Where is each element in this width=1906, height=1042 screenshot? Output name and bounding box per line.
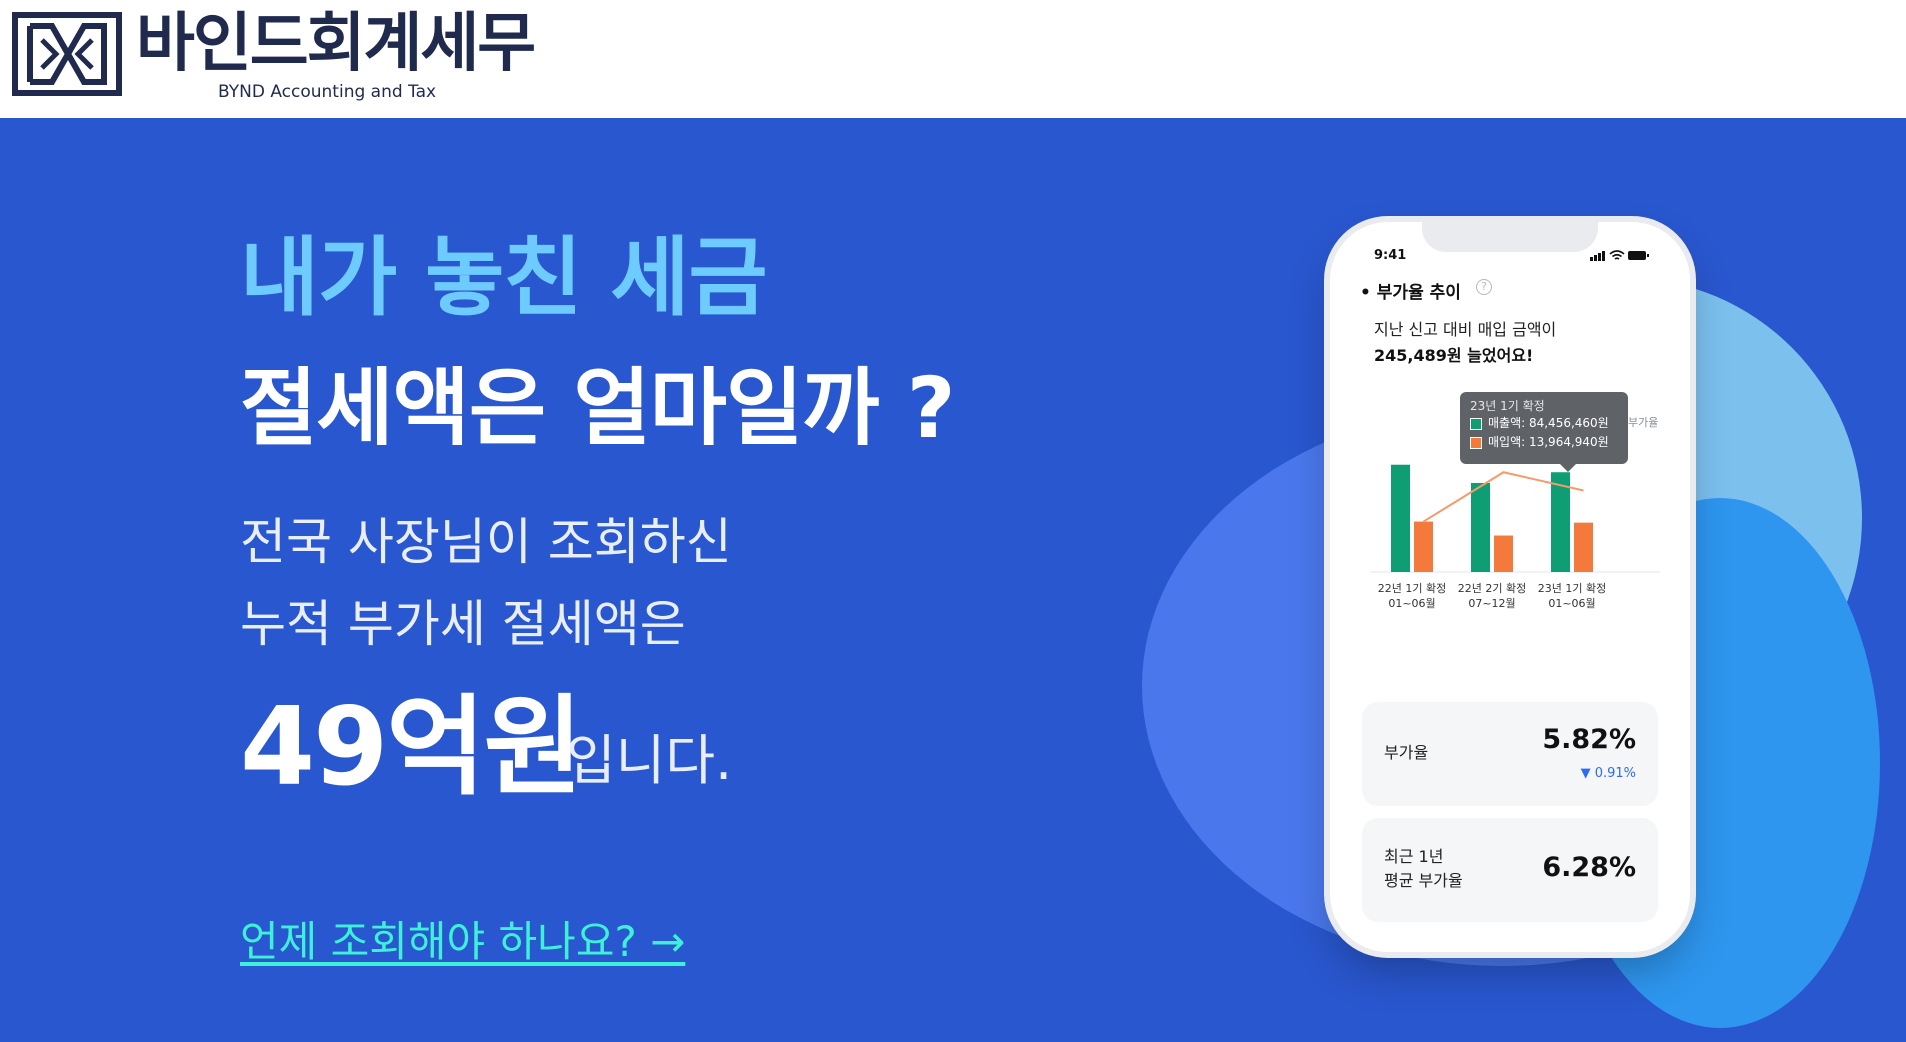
- status-time: 9:41: [1374, 248, 1407, 263]
- signal-icon: [1590, 257, 1593, 261]
- bar-sales-1: [1471, 482, 1490, 572]
- status-icons: [1590, 250, 1649, 261]
- purchase-message-line2: 245,489원 늘었어요!: [1374, 346, 1534, 365]
- tooltip-purchase-row: 매입액: 13,964,940원: [1470, 433, 1618, 452]
- subtext-line1: 전국 사장님이 조회하신: [240, 513, 732, 571]
- savings-amount: 49억원: [240, 685, 583, 810]
- vat-ratio-label: 부가율: [1384, 743, 1429, 762]
- hero-section: 내가 놓친 세금 절세액은 얼마일까 ? 전국 사장님이 조회하신 누적 부가세…: [0, 118, 1906, 1042]
- site-header: 바인드회계세무 BYND Accounting and Tax: [0, 0, 1906, 118]
- phone-notch: [1422, 222, 1598, 252]
- tooltip-purchase-text: 매입액: 13,964,940원: [1488, 435, 1609, 449]
- phone-mockup: 9:41 • 부가율 추이 ? 지난 신고 대비 매입 금액이 245,489원…: [1330, 222, 1690, 952]
- x-tick-sublabel-0: 01~06월: [1388, 597, 1435, 610]
- subtext-line2: 누적 부가세 절세액은: [240, 595, 686, 653]
- tooltip-sales-text: 매출액: 84,456,460원: [1488, 416, 1609, 430]
- chart-tooltip: 23년 1기 확정 매출액: 84,456,460원 매입액: 13,964,9…: [1460, 392, 1628, 472]
- when-to-check-link[interactable]: 언제 조회해야 하나요? →: [240, 914, 685, 970]
- tooltip-title: 23년 1기 확정: [1470, 399, 1545, 413]
- x-tick-sublabel-1: 07~12월: [1468, 597, 1515, 610]
- x-tick-label-2: 23년 1기 확정: [1538, 582, 1606, 595]
- avg-ratio-label-line1: 최근 1년: [1384, 847, 1444, 866]
- purchase-message-line1: 지난 신고 대비 매입 금액이: [1374, 320, 1557, 339]
- bar-purchase-0: [1414, 521, 1433, 572]
- avg-vat-ratio-card[interactable]: 최근 1년 평균 부가율 6.28%: [1362, 818, 1658, 922]
- vat-ratio-delta: ▼ 0.91%: [1580, 766, 1636, 781]
- bar-purchase-2: [1574, 522, 1593, 572]
- bar-purchase-1: [1494, 535, 1513, 572]
- wifi-icon: [1609, 250, 1625, 260]
- vat-ratio-card[interactable]: 부가율 5.82% ▼ 0.91%: [1362, 702, 1658, 806]
- savings-amount-suffix: 입니다.: [566, 729, 733, 792]
- tooltip-sales-row: 매출액: 84,456,460원: [1470, 414, 1618, 433]
- sales-swatch-icon: [1470, 417, 1482, 430]
- battery-icon: [1628, 251, 1646, 260]
- logo-subtitle: BYND Accounting and Tax: [218, 82, 437, 102]
- avg-ratio-value: 6.28%: [1542, 852, 1636, 883]
- x-tick-sublabel-2: 01~06월: [1548, 597, 1595, 610]
- vat-trend-title: • 부가율 추이: [1360, 283, 1461, 303]
- legend-vat-ratio: 부가율: [1628, 416, 1659, 429]
- logo-mark-icon[interactable]: [12, 12, 122, 96]
- vat-ratio-value: 5.82%: [1542, 724, 1636, 755]
- x-tick-label-1: 22년 2기 확정: [1458, 582, 1526, 595]
- headline-main: 절세액은 얼마일까 ?: [240, 359, 955, 457]
- x-tick-label-0: 22년 1기 확정: [1378, 582, 1446, 595]
- bar-sales-0: [1391, 464, 1410, 572]
- logo-title[interactable]: 바인드회계세무: [136, 6, 536, 82]
- avg-ratio-label-line2: 평균 부가율: [1384, 871, 1463, 890]
- purchase-swatch-icon: [1470, 436, 1482, 449]
- headline-accent: 내가 놓친 세금: [240, 228, 768, 328]
- help-icon[interactable]: ?: [1476, 279, 1492, 295]
